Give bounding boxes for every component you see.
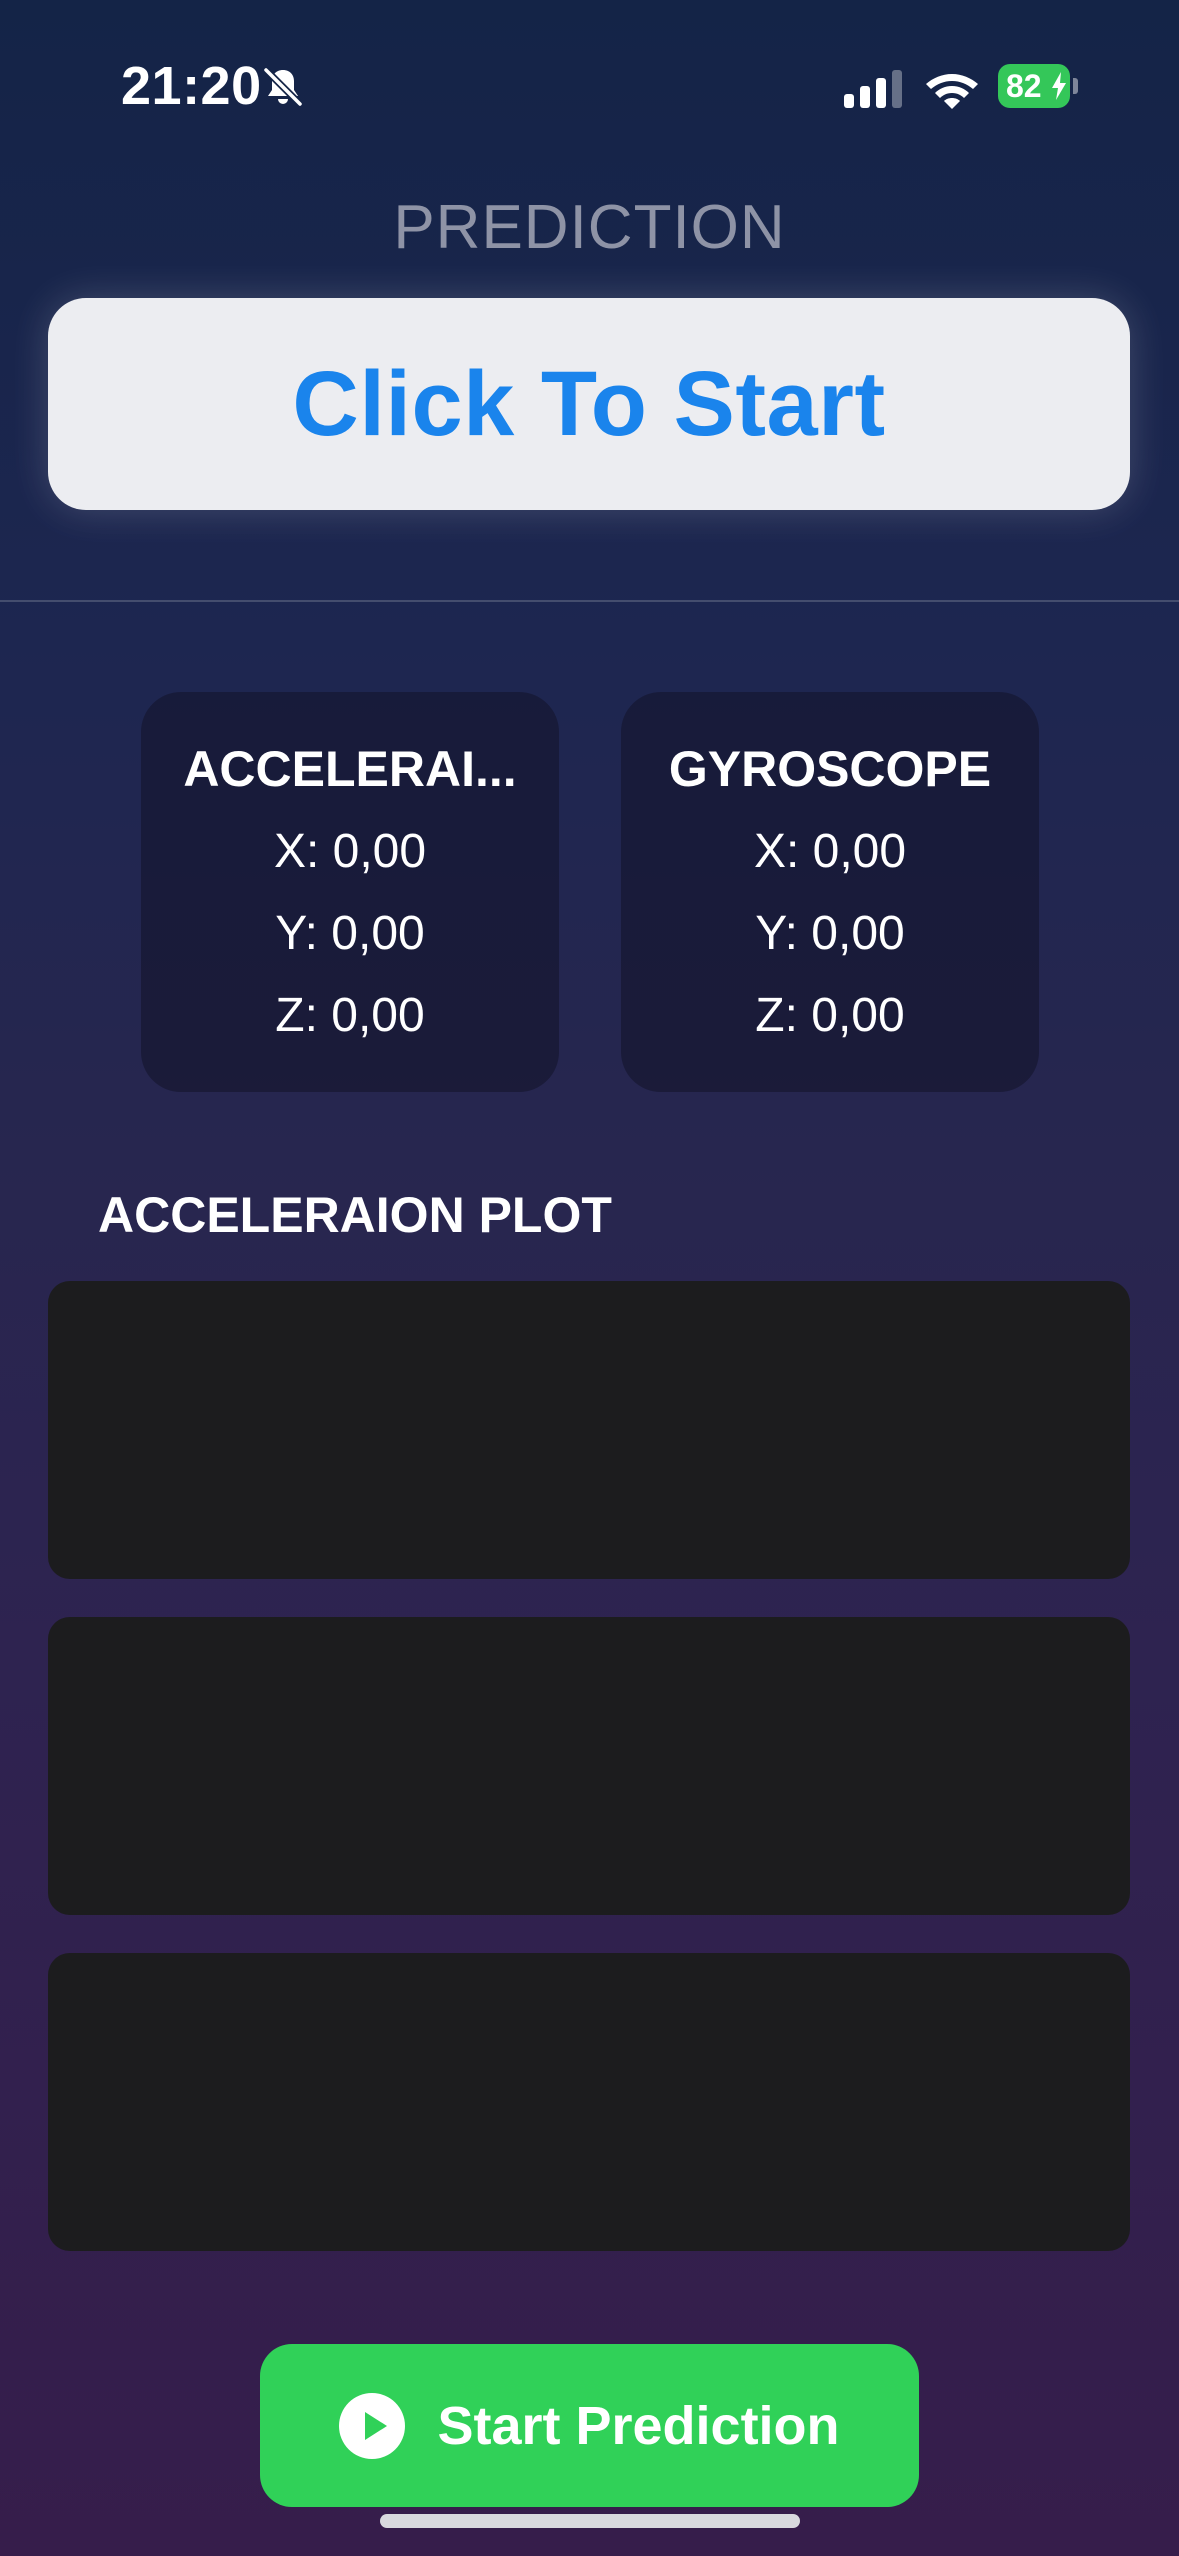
home-indicator[interactable] bbox=[380, 2514, 800, 2528]
play-circle-icon bbox=[339, 2392, 406, 2459]
gyroscope-z-value: Z: 0,00 bbox=[755, 989, 905, 1042]
click-to-start-button[interactable]: Click To Start bbox=[48, 298, 1130, 510]
cellular-signal-icon bbox=[844, 70, 902, 108]
wifi-icon bbox=[926, 74, 978, 109]
start-prediction-label: Start Prediction bbox=[437, 2395, 840, 2456]
accelerometer-card: ACCELERAI... X: 0,00 Y: 0,00 Z: 0,00 bbox=[141, 692, 559, 1092]
battery-charging-icon: 82 bbox=[998, 64, 1078, 108]
gyroscope-y-value: Y: 0,00 bbox=[755, 907, 905, 960]
gyroscope-card: GYROSCOPE X: 0,00 Y: 0,00 Z: 0,00 bbox=[621, 692, 1039, 1092]
accelerometer-x-value: X: 0,00 bbox=[273, 825, 427, 878]
status-bar: 21:20 82 bbox=[0, 0, 1179, 175]
bell-slash-icon bbox=[263, 67, 303, 107]
accelerometer-title: ACCELERAI... bbox=[183, 741, 517, 797]
gyroscope-title: GYROSCOPE bbox=[668, 741, 992, 797]
accelerometer-z-value: Z: 0,00 bbox=[275, 989, 425, 1042]
section-divider bbox=[0, 600, 1179, 602]
acceleration-plot-z bbox=[48, 1953, 1130, 2251]
battery-cap bbox=[1073, 78, 1078, 94]
charging-bolt-icon bbox=[1052, 72, 1066, 100]
acceleration-plot-y bbox=[48, 1617, 1130, 1915]
accelerometer-y-value: Y: 0,00 bbox=[275, 907, 425, 960]
gyroscope-x-value: X: 0,00 bbox=[753, 825, 907, 878]
status-time: 21:20 bbox=[121, 56, 262, 116]
start-prediction-button[interactable]: Start Prediction bbox=[260, 2344, 919, 2507]
click-to-start-label: Click To Start bbox=[292, 352, 886, 455]
page-title: PREDICTION bbox=[393, 193, 786, 262]
acceleration-plot-x bbox=[48, 1281, 1130, 1579]
acceleration-plot-heading: ACCELERAION PLOT bbox=[98, 1187, 612, 1243]
